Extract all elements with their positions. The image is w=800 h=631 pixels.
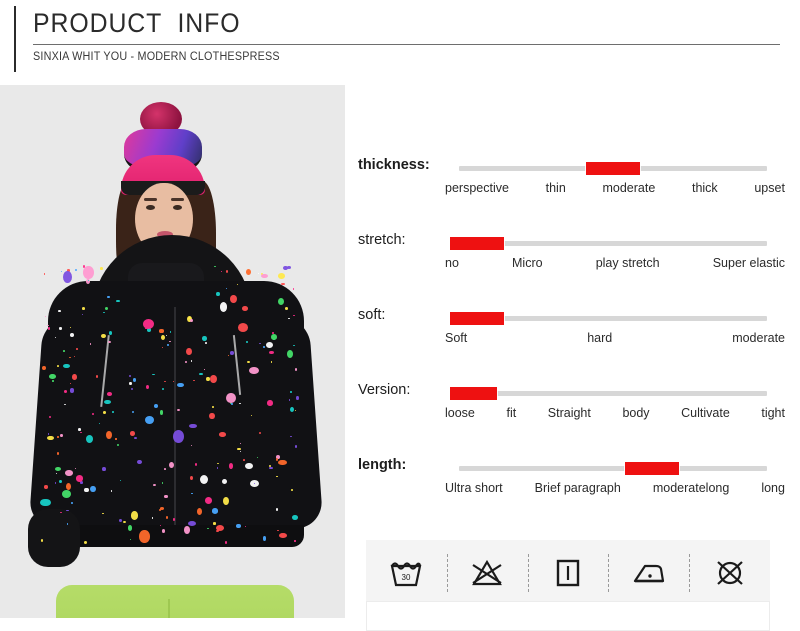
wash-30-icon: 30 — [389, 558, 423, 588]
slider-option[interactable]: Cultivate — [681, 406, 730, 420]
spec-slider-list: thickness: perspective thin moderate thick up… — [345, 85, 800, 631]
slider-option[interactable]: Brief paragraph — [535, 481, 621, 495]
green-snow-pants — [56, 585, 294, 618]
slider-option[interactable]: tight — [761, 406, 785, 420]
slider-option[interactable]: moderate — [732, 331, 785, 345]
model-glove — [28, 509, 80, 567]
slider-tick-labels: Ultra short Brief paragraph moderatelong lo… — [445, 481, 785, 495]
slider-thumb[interactable] — [624, 462, 679, 475]
model-brow-left — [144, 198, 157, 201]
slider-option[interactable]: play stretch — [596, 256, 660, 270]
slider-tick-labels: Soft hard moderate — [445, 331, 785, 345]
slider-thickness[interactable] — [459, 162, 767, 175]
slider-thumb[interactable] — [450, 387, 498, 400]
header-accent-bar — [14, 6, 16, 72]
spec-row-soft: soft: Soft hard moderate — [345, 307, 800, 363]
svg-text:30: 30 — [402, 573, 411, 582]
slider-option[interactable]: upset — [754, 181, 785, 195]
product-photo — [0, 85, 345, 618]
slider-option[interactable]: thick — [692, 181, 718, 195]
do-not-bleach-icon — [470, 558, 504, 588]
slider-option[interactable]: long — [761, 481, 785, 495]
iron-icon — [631, 559, 667, 587]
ski-jacket-body — [48, 281, 304, 541]
slider-option[interactable]: moderatelong — [653, 481, 729, 495]
care-note-box — [366, 601, 770, 631]
slider-tick-labels: no Micro play stretch Super elastic — [445, 256, 785, 270]
spec-label: thickness: — [358, 157, 430, 173]
slider-option[interactable]: fit — [506, 406, 516, 420]
slider-option[interactable]: Soft — [445, 331, 467, 345]
slider-option[interactable]: perspective — [445, 181, 509, 195]
slider-option[interactable]: Straight — [548, 406, 591, 420]
care-instructions-panel: 30 — [366, 540, 770, 606]
care-symbol-cell — [446, 540, 528, 606]
slider-version[interactable] — [450, 387, 767, 400]
slider-thumb[interactable] — [450, 312, 504, 325]
spec-row-stretch: stretch: no Micro play stretch Super elastic — [345, 232, 800, 288]
slider-track[interactable] — [459, 316, 767, 321]
slider-option[interactable]: hard — [587, 331, 612, 345]
care-symbol-cell: 30 — [366, 540, 447, 606]
slider-track[interactable] — [459, 391, 767, 396]
slider-thumb[interactable] — [586, 162, 640, 175]
spec-row-length: length: Ultra short Brief paragraph moderat… — [345, 457, 800, 513]
care-symbol-cell — [527, 540, 609, 606]
slider-stretch[interactable] — [450, 237, 767, 250]
slider-option[interactable]: Ultra short — [445, 481, 503, 495]
drip-dry-icon — [553, 557, 583, 589]
slider-option[interactable]: loose — [445, 406, 475, 420]
model-brow-right — [171, 198, 184, 201]
slider-thumb[interactable] — [450, 237, 504, 250]
slider-soft[interactable] — [450, 312, 767, 325]
slider-tick-labels: perspective thin moderate thick upset — [445, 181, 785, 195]
page-header: PRODUCT INFO SINXIA WHIT YOU - MODERN CL… — [0, 0, 800, 84]
spec-label: soft: — [358, 307, 386, 323]
header-divider — [33, 44, 780, 45]
slider-option[interactable]: body — [622, 406, 649, 420]
model-eye-right — [173, 205, 182, 210]
page-title: PRODUCT INFO — [33, 8, 241, 38]
slider-track[interactable] — [459, 241, 767, 246]
slider-tick-labels: loose fit Straight body Cultivate tight — [445, 406, 785, 420]
slider-option[interactable]: no — [445, 256, 459, 270]
do-not-dry-clean-icon — [714, 558, 746, 588]
spec-label: stretch: — [358, 232, 406, 248]
spec-label: Version: — [358, 382, 411, 398]
spec-row-version: Version: loose fit Straight body Cultivate tig… — [345, 382, 800, 438]
spec-row-thickness: thickness: perspective thin moderate thick up… — [345, 157, 800, 213]
jacket-zipper — [174, 307, 176, 525]
page-subtitle: SINXIA WHIT YOU - MODERN CLOTHESPRESS — [33, 51, 280, 63]
slider-option[interactable]: Micro — [512, 256, 543, 270]
spec-label: length: — [358, 457, 407, 473]
pants-seam — [168, 599, 170, 618]
slider-length[interactable] — [459, 462, 767, 475]
model-eye-left — [146, 205, 155, 210]
slider-option[interactable]: Super elastic — [713, 256, 785, 270]
care-symbol-cell — [608, 540, 689, 606]
slider-option[interactable]: thin — [546, 181, 566, 195]
slider-track[interactable] — [459, 466, 767, 471]
care-symbol-cell — [689, 540, 770, 606]
slider-option[interactable]: moderate — [602, 181, 655, 195]
